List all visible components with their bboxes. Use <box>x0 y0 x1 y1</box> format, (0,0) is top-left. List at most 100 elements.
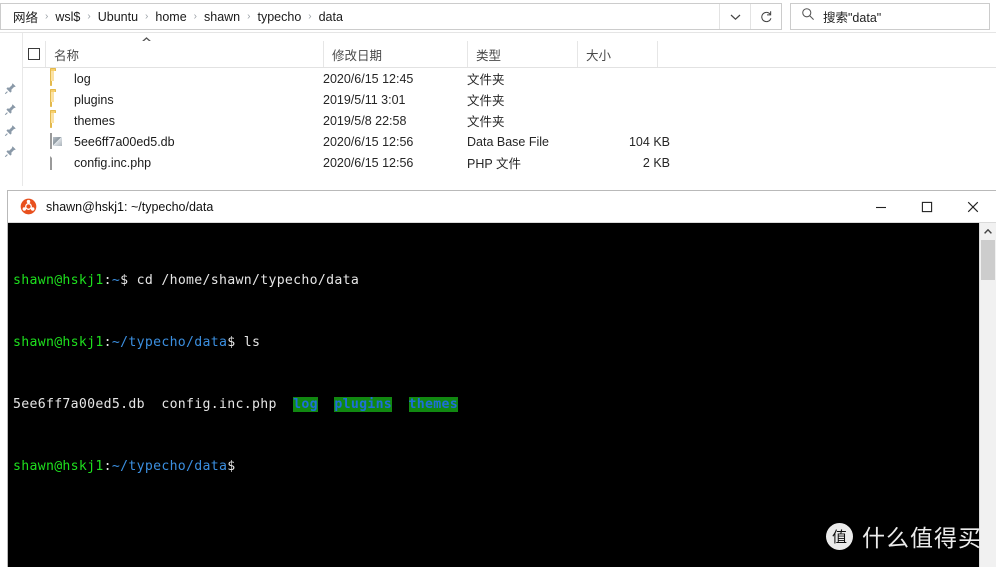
column-header-name[interactable]: 名称 <box>45 41 323 67</box>
prompt-user: shawn@hskj1 <box>13 458 104 474</box>
ls-gap <box>277 397 293 412</box>
pin-icon[interactable] <box>4 82 17 95</box>
file-name-cell[interactable]: 5ee6ff7a00ed5.db <box>23 132 323 150</box>
file-name-cell[interactable]: plugins <box>23 90 323 108</box>
file-name-label: log <box>74 71 91 86</box>
search-box[interactable]: 搜索"data" <box>790 3 990 30</box>
column-header-filler <box>657 41 996 67</box>
scroll-up-button[interactable] <box>980 223 996 240</box>
file-size-cell: 2 KB <box>642 155 670 170</box>
ls-gap <box>318 397 334 412</box>
watermark-badge: 值 <box>826 522 853 550</box>
document-icon <box>50 153 66 171</box>
ls-gap <box>145 397 161 412</box>
terminal-output-area[interactable]: shawn@hskj1:~$ cd /home/shawn/typecho/da… <box>8 223 996 567</box>
terminal-text: shawn@hskj1:~$ cd /home/shawn/typecho/da… <box>13 226 458 521</box>
maximize-icon <box>921 201 933 212</box>
prompt-user: shawn@hskj1 <box>13 272 104 288</box>
breadcrumb-item-4[interactable]: shawn <box>200 8 244 26</box>
file-name-cell[interactable]: config.inc.php <box>23 153 323 171</box>
close-icon <box>967 201 979 212</box>
terminal-title-bar[interactable]: shawn@hskj1: ~/typecho/data <box>8 191 996 223</box>
pin-icon[interactable] <box>4 145 17 158</box>
file-date-cell: 2019/5/8 22:58 <box>323 113 407 128</box>
ls-gap <box>392 397 408 412</box>
table-row[interactable]: config.inc.php 2020/6/15 12:56 PHP 文件 2 … <box>23 152 996 173</box>
prompt-symbol: $ <box>227 458 236 474</box>
file-name-label: config.inc.php <box>74 155 152 170</box>
file-date-cell: 2020/6/15 12:45 <box>323 71 414 86</box>
pin-icon[interactable] <box>4 124 17 137</box>
folder-icon <box>50 90 66 108</box>
breadcrumb-item-1[interactable]: wsl$ <box>51 8 84 26</box>
column-header-size[interactable]: 大小 <box>577 41 657 67</box>
column-header-date-modified[interactable]: 修改日期 <box>323 41 467 67</box>
breadcrumb-item-6[interactable]: data <box>315 8 347 26</box>
terminal-window: shawn@hskj1: ~/typecho/data shawn@hskj1:… <box>8 191 996 567</box>
ls-dir-0: log <box>293 396 318 412</box>
address-history-dropdown-button[interactable] <box>719 4 750 29</box>
table-row[interactable]: 5ee6ff7a00ed5.db 2020/6/15 12:56 Data Ba… <box>23 131 996 152</box>
refresh-button[interactable] <box>750 4 781 29</box>
terminal-line: shawn@hskj1:~/typecho/data$ ls <box>13 335 458 351</box>
file-type-cell: 文件夹 <box>467 115 505 129</box>
prompt-colon: : <box>103 458 112 474</box>
folder-icon <box>50 69 66 87</box>
command-text: $ ls <box>227 334 261 350</box>
prompt-path: ~ <box>111 272 121 288</box>
chevron-up-icon <box>984 229 992 234</box>
ls-dir-2: themes <box>408 396 458 412</box>
prompt-path: ~/typecho/data <box>111 334 228 350</box>
watermark-text: 什么值得买 <box>862 526 982 552</box>
file-name-label: 5ee6ff7a00ed5.db <box>74 134 175 149</box>
table-row[interactable]: plugins 2019/5/11 3:01 文件夹 <box>23 89 996 110</box>
prompt-user: shawn@hskj1 <box>13 334 104 350</box>
ls-dir-1: plugins <box>334 396 393 412</box>
terminal-scrollbar[interactable] <box>979 223 996 567</box>
breadcrumb-separator: › <box>308 11 312 22</box>
prompt-colon: : <box>103 334 112 350</box>
table-row[interactable]: log 2020/6/15 12:45 文件夹 <box>23 68 996 89</box>
breadcrumb-item-2[interactable]: Ubuntu <box>94 8 142 26</box>
minimize-button[interactable] <box>858 191 904 222</box>
file-date-cell: 2020/6/15 12:56 <box>323 134 414 149</box>
folder-icon <box>50 111 66 129</box>
column-header-type[interactable]: 类型 <box>467 41 577 67</box>
file-size-cell: 104 KB <box>628 134 670 149</box>
scrollbar-thumb[interactable] <box>981 240 995 280</box>
prompt-path: ~/typecho/data <box>111 458 228 474</box>
breadcrumb-item-3[interactable]: home <box>151 8 190 26</box>
breadcrumb-item-5[interactable]: typecho <box>253 8 305 26</box>
table-row[interactable]: themes 2019/5/8 22:58 文件夹 <box>23 110 996 131</box>
search-input[interactable]: 搜索"data" <box>823 7 881 26</box>
file-date-cell: 2020/6/15 12:56 <box>323 155 414 170</box>
select-all-checkbox[interactable] <box>28 48 40 60</box>
watermark: 值 什么值得买 <box>826 519 982 553</box>
close-button[interactable] <box>950 191 996 222</box>
file-name-cell[interactable]: log <box>23 69 323 87</box>
address-path-box[interactable]: 网络 › wsl$ › Ubuntu › home › shawn › type… <box>0 3 782 30</box>
maximize-button[interactable] <box>904 191 950 222</box>
terminal-line-ls-output: 5ee6ff7a00ed5.db config.inc.php log plug… <box>13 396 458 413</box>
terminal-line: shawn@hskj1:~$ cd /home/shawn/typecho/da… <box>13 273 458 289</box>
breadcrumb-separator: › <box>145 11 149 22</box>
file-name-label: themes <box>74 113 115 128</box>
file-name-label: plugins <box>74 92 114 107</box>
terminal-line-prompt: shawn@hskj1:~/typecho/data$ <box>13 459 458 475</box>
terminal-title: shawn@hskj1: ~/typecho/data <box>46 199 214 214</box>
breadcrumb-item-0[interactable]: 网络 <box>9 5 42 28</box>
pin-icon[interactable] <box>4 103 17 116</box>
chevron-down-icon <box>730 14 740 20</box>
breadcrumb-separator: › <box>247 11 251 22</box>
command-text: $ cd /home/shawn/typecho/data <box>120 272 360 288</box>
navigation-pane <box>0 33 23 186</box>
prompt-colon: : <box>103 272 112 288</box>
file-name-cell[interactable]: themes <box>23 111 323 129</box>
select-all-checkbox-header[interactable] <box>23 41 45 67</box>
file-type-cell: 文件夹 <box>467 94 505 108</box>
database-icon <box>50 132 66 150</box>
search-icon <box>801 7 815 26</box>
ubuntu-icon <box>20 198 37 215</box>
file-list: log 2020/6/15 12:45 文件夹 plugins 2019/5/1… <box>23 68 996 173</box>
breadcrumb: 网络 › wsl$ › Ubuntu › home › shawn › type… <box>9 5 719 28</box>
